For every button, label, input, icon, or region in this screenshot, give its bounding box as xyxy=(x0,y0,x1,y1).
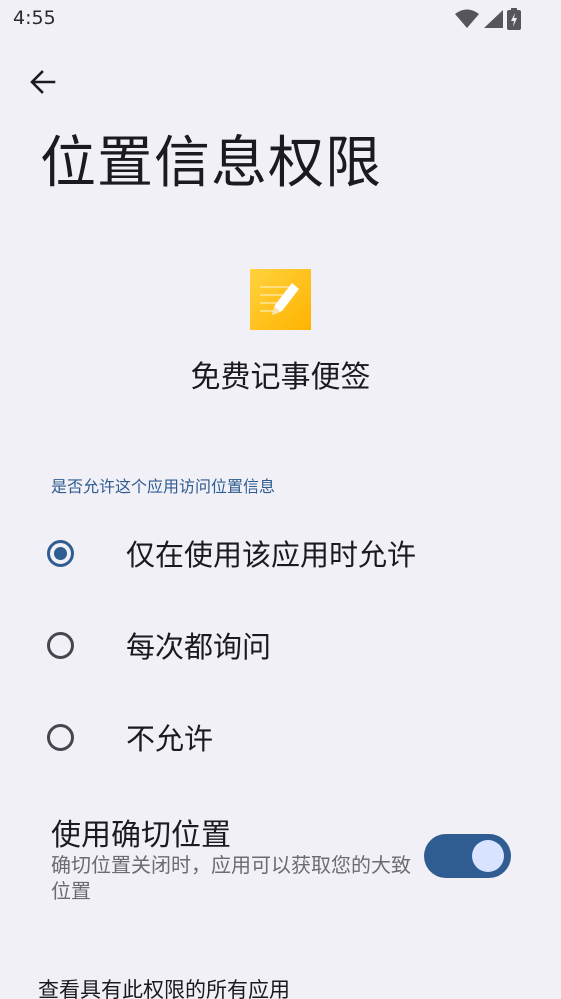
radio-label: 每次都询问 xyxy=(126,630,272,664)
wifi-icon xyxy=(455,9,479,33)
radio-option-ask-every-time[interactable]: 每次都询问 xyxy=(0,605,561,685)
location-permission-screen: 4:55 位置信息权限 免费记事便签 是否允许这个应用访问位置信息 仅在使用该应… xyxy=(0,0,561,999)
app-name: 免费记事便签 xyxy=(190,360,371,395)
precise-location-title: 使用确切位置 xyxy=(51,818,231,853)
radio-unselected-icon[interactable] xyxy=(47,723,74,751)
status-icons xyxy=(455,8,521,34)
cellular-signal-icon xyxy=(483,9,503,33)
back-button[interactable] xyxy=(25,64,61,100)
battery-charging-icon xyxy=(507,8,521,34)
view-all-apps-link[interactable]: 查看具有此权限的所有应用 xyxy=(38,974,290,999)
permission-section-label: 是否允许这个应用访问位置信息 xyxy=(51,477,276,496)
radio-option-while-using[interactable]: 仅在使用该应用时允许 xyxy=(0,513,561,593)
radio-label: 仅在使用该应用时允许 xyxy=(126,538,417,572)
status-time: 4:55 xyxy=(13,7,56,29)
arrow-left-icon xyxy=(30,70,56,94)
notepad-pencil-icon xyxy=(250,269,311,330)
precise-location-subtitle: 确切位置关闭时，应用可以获取您的大致位置 xyxy=(51,853,411,903)
radio-unselected-icon[interactable] xyxy=(47,631,74,659)
radio-option-deny[interactable]: 不允许 xyxy=(0,697,561,777)
radio-label: 不允许 xyxy=(126,722,214,756)
toggle-thumb xyxy=(472,840,504,872)
page-title: 位置信息权限 xyxy=(40,131,382,196)
precise-location-toggle[interactable] xyxy=(424,834,511,878)
radio-selected-icon[interactable] xyxy=(47,539,74,567)
